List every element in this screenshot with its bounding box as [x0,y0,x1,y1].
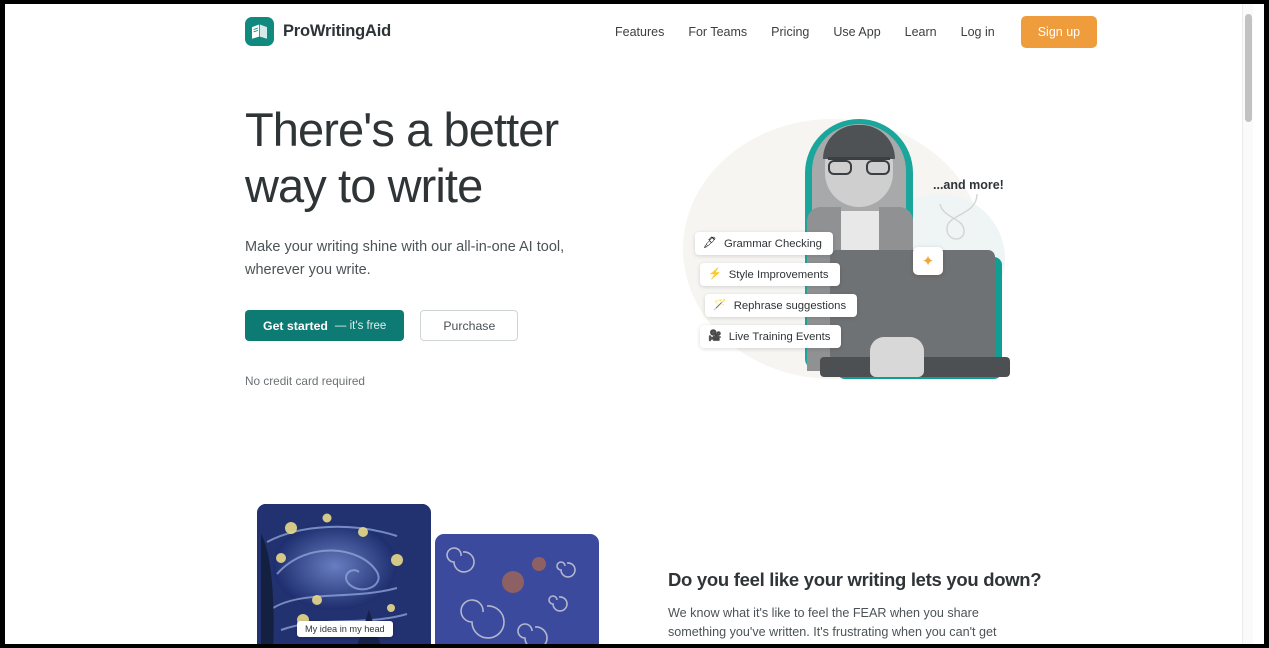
feature-chip-rephrase-suggestions: 🪄 Rephrase suggestions [705,294,858,317]
nav-link-features[interactable]: Features [603,4,676,60]
feature-chip-label: Style Improvements [728,268,829,281]
logo-text: ProWritingAid [283,22,392,40]
purchase-button[interactable]: Purchase [420,310,519,341]
scrollbar-thumb[interactable] [1245,14,1252,122]
feature-chip-label: Grammar Checking [723,237,822,250]
hero-illustration: ✦ ...and more! 🖋 Grammar Checking ⚡ Styl… [665,99,1025,399]
vertical-scrollbar[interactable] [1242,4,1253,644]
site-header: ProWritingAid Features For Teams Pricing… [5,4,1253,60]
pen-icon: 🖋 [703,237,717,249]
hero-content: There's a better way to write Make your … [245,102,645,388]
feature-chip-label: Live Training Events [728,330,831,343]
feature-chip-list: 🖋 Grammar Checking ⚡ Style Improvements … [695,232,858,348]
sign-up-button[interactable]: Sign up [1020,16,1098,48]
nav-link-for-teams[interactable]: For Teams [676,4,759,60]
main-navigation: Features For Teams Pricing Use App Learn… [603,4,1098,60]
get-started-button[interactable]: Get started — it's free [245,310,405,341]
nav-link-learn[interactable]: Learn [893,4,949,60]
site-logo[interactable]: ProWritingAid [245,17,391,46]
idea-caption-label: My idea in my head [297,621,393,637]
video-camera-icon: 🎥 [708,330,722,342]
no-credit-card-note: No credit card required [245,374,365,388]
magic-wand-icon: 🪄 [713,299,727,311]
section-two-text: Do you feel like your writing lets you d… [668,569,1042,644]
simplified-painting-card [435,534,599,644]
and-more-annotation: ...and more! [933,178,1004,192]
nav-link-log-in[interactable]: Log in [949,4,1007,60]
feature-chip-live-training-events: 🎥 Live Training Events [700,325,842,348]
nav-link-use-app[interactable]: Use App [821,4,892,60]
page-canvas: ProWritingAid Features For Teams Pricing… [5,4,1253,644]
nav-link-pricing[interactable]: Pricing [759,4,821,60]
feature-chip-grammar-checking: 🖋 Grammar Checking [695,232,833,255]
get-started-label: Get started [263,318,328,333]
feature-chip-label: Rephrase suggestions [733,299,847,312]
section-two-body: We know what it's like to feel the FEAR … [668,606,997,639]
hero-cta-group: Get started — it's free Purchase [245,310,645,341]
hero-subtitle: Make your writing shine with our all-in-… [245,239,565,278]
get-started-note: — it's free [334,319,387,332]
hero-title: There's a better way to write [245,103,559,212]
person-hand [870,337,924,377]
glasses-icon [828,157,890,175]
prowritingaid-book-logo-icon [245,17,274,46]
lightning-icon: ⚡ [708,268,722,280]
feature-chip-style-improvements: ⚡ Style Improvements [700,263,840,286]
section-two-title: Do you feel like your writing lets you d… [668,569,1042,590]
browser-viewport: ProWritingAid Features For Teams Pricing… [5,4,1264,644]
curved-arrow-icon [939,193,978,240]
